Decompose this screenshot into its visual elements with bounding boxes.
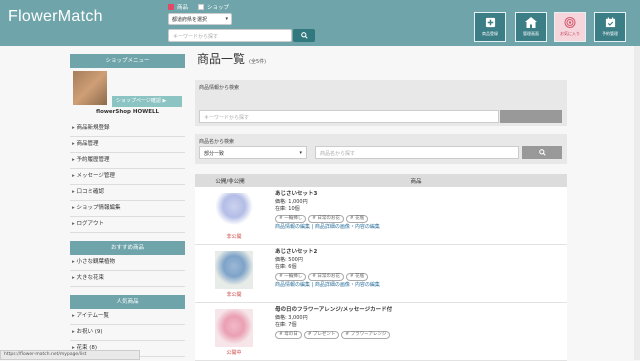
tag-list: # 母の日 # プレゼント # フラワーアレンジ xyxy=(275,330,392,339)
info-search-button[interactable] xyxy=(500,110,562,123)
popular-heading: 人気商品 xyxy=(70,295,185,309)
popular-item[interactable]: お祝い (9) xyxy=(70,325,185,341)
status-badge[interactable]: 非公開 xyxy=(215,291,253,298)
shop-name: flowerShop HOWELL xyxy=(96,109,159,115)
name-search-input[interactable]: 商品名から探す xyxy=(315,146,519,159)
shop-thumbnail xyxy=(73,71,107,105)
product-info: あじさいセット2 価格: 500円 在庫: 6個 # 一輪挿し # 日常のお花 … xyxy=(275,249,380,290)
product-image[interactable] xyxy=(215,251,253,289)
tag[interactable]: # プレゼント xyxy=(303,330,340,339)
product-image[interactable] xyxy=(215,309,253,347)
table-row: 非公開 あじさいセット2 価格: 500円 在庫: 6個 # 一輪挿し # 日常… xyxy=(195,245,567,303)
plus-square-icon xyxy=(485,17,495,28)
item-count: (全5件) xyxy=(249,59,267,65)
checkbox-icon[interactable] xyxy=(168,4,174,10)
home-icon xyxy=(525,17,537,28)
radio-product[interactable]: 商品 xyxy=(168,3,188,11)
calendar-check-icon xyxy=(605,17,615,28)
heart-icon xyxy=(564,17,576,28)
top-bar: FlowerMatch 商品 ショップ 都道府県を選択 ▾ キーワードから探す 商… xyxy=(0,0,640,46)
tag[interactable]: # 一輪挿し xyxy=(275,272,307,281)
tag[interactable]: # 日常のお花 xyxy=(308,272,344,281)
product-info: 母の日のフラワーアレンジ/メッセージカード付 価格: 3,000円 在庫: 7個… xyxy=(275,307,393,339)
recommend-item[interactable]: 大きな花束 xyxy=(70,271,185,287)
prefecture-select[interactable]: 都道府県を選択 ▾ xyxy=(168,13,232,25)
match-type-select[interactable]: 部分一致 ▾ xyxy=(199,146,307,159)
product-table: 公開/非公開 商品 非公開 あじさいセット3 価格: 1,000円 在庫: 10… xyxy=(195,174,567,361)
search-button[interactable] xyxy=(293,29,315,42)
page-title: 商品一覧 (全5件) xyxy=(197,52,267,66)
nav-add-product-button[interactable]: 商品登録 xyxy=(474,12,506,42)
chevron-down-icon: ▾ xyxy=(225,16,228,22)
radio-shop[interactable]: ショップ xyxy=(198,3,229,11)
tag[interactable]: # 花瓶 xyxy=(345,272,369,281)
tag-list: # 一輪挿し # 日常のお花 # 花瓶 xyxy=(275,214,380,223)
vertical-scrollbar[interactable] xyxy=(634,46,640,360)
nav-favorites-button[interactable]: お気に入り xyxy=(554,12,586,42)
info-search-box: 商品情報から検索 キーワードから探す xyxy=(195,80,567,126)
main-content: 商品一覧 (全5件) 商品情報から検索 キーワードから探す 商品名から検索 部分… xyxy=(195,50,567,361)
menu-item-product-manage[interactable]: 商品管理 xyxy=(70,137,185,153)
shop-menu-list: 商品新規登録 商品管理 予約履歴管理 メッセージ管理 口コミ確認 ショップ情報編… xyxy=(70,121,185,233)
nav-reservations-button[interactable]: 予約管理 xyxy=(594,12,626,42)
popular-item[interactable]: アイテム一覧 xyxy=(70,309,185,325)
info-search-input[interactable]: キーワードから探す xyxy=(199,110,499,123)
recommend-item[interactable]: 小さな観葉植物 xyxy=(70,255,185,271)
search-type-selector: 商品 ショップ xyxy=(168,3,229,11)
search-icon xyxy=(300,32,308,39)
product-info: あじさいセット3 価格: 1,000円 在庫: 10個 # 一輪挿し # 日常の… xyxy=(275,191,380,232)
recommend-list: 小さな観葉植物 大きな花束 xyxy=(70,255,185,287)
menu-item-shop-edit[interactable]: ショップ情報編集 xyxy=(70,201,185,217)
product-image[interactable] xyxy=(215,193,253,231)
tag[interactable]: # フラワーアレンジ xyxy=(341,330,391,339)
menu-item-reservations[interactable]: 予約履歴管理 xyxy=(70,153,185,169)
app-logo[interactable]: FlowerMatch xyxy=(8,8,103,26)
search-icon xyxy=(538,149,546,156)
keyword-search-input[interactable]: キーワードから探す xyxy=(168,29,292,42)
menu-item-new-product[interactable]: 商品新規登録 xyxy=(70,121,185,137)
menu-item-reviews[interactable]: 口コミ確認 xyxy=(70,185,185,201)
tag[interactable]: # 母の日 xyxy=(275,330,302,339)
table-header: 公開/非公開 商品 xyxy=(195,174,567,187)
edit-links[interactable]: 商品情報の編集 | 商品詳細の画像・内容の編集 xyxy=(275,224,380,232)
edit-links[interactable]: 商品情報の編集 | 商品詳細の画像・内容の編集 xyxy=(275,282,380,290)
status-badge[interactable]: 非公開 xyxy=(215,233,253,240)
tag-list: # 一輪挿し # 日常のお花 # 花瓶 xyxy=(275,272,380,281)
tag[interactable]: # 日常のお花 xyxy=(308,214,344,223)
name-search-box: 商品名から検索 部分一致 ▾ 商品名から探す xyxy=(195,134,567,164)
shop-card: ショップページ確認 ▶ xyxy=(70,68,185,107)
status-badge[interactable]: 公開中 xyxy=(215,349,253,356)
sidebar: ショップメニュー ショップページ確認 ▶ flowerShop HOWELL 商… xyxy=(70,54,185,357)
tag[interactable]: # 一輪挿し xyxy=(275,214,307,223)
table-row: 公開中 母の日のフラワーアレンジ/メッセージカード付 価格: 3,000円 在庫… xyxy=(195,303,567,361)
name-search-button[interactable] xyxy=(522,146,562,159)
chevron-down-icon: ▾ xyxy=(299,150,302,156)
shop-page-button[interactable]: ショップページ確認 ▶ xyxy=(112,96,182,107)
shop-menu-heading: ショップメニュー xyxy=(70,54,185,68)
recommend-heading: おすすめ商品 xyxy=(70,241,185,255)
checkbox-icon[interactable] xyxy=(198,4,205,10)
nav-dashboard-button[interactable]: 管理画面 xyxy=(515,12,547,42)
browser-status-url: https://flower-match.net/mypage/list xyxy=(0,350,140,360)
menu-item-messages[interactable]: メッセージ管理 xyxy=(70,169,185,185)
table-row: 非公開 あじさいセット3 価格: 1,000円 在庫: 10個 # 一輪挿し #… xyxy=(195,187,567,245)
tag[interactable]: # 花瓶 xyxy=(345,214,369,223)
menu-item-logout[interactable]: ログアウト xyxy=(70,217,185,233)
